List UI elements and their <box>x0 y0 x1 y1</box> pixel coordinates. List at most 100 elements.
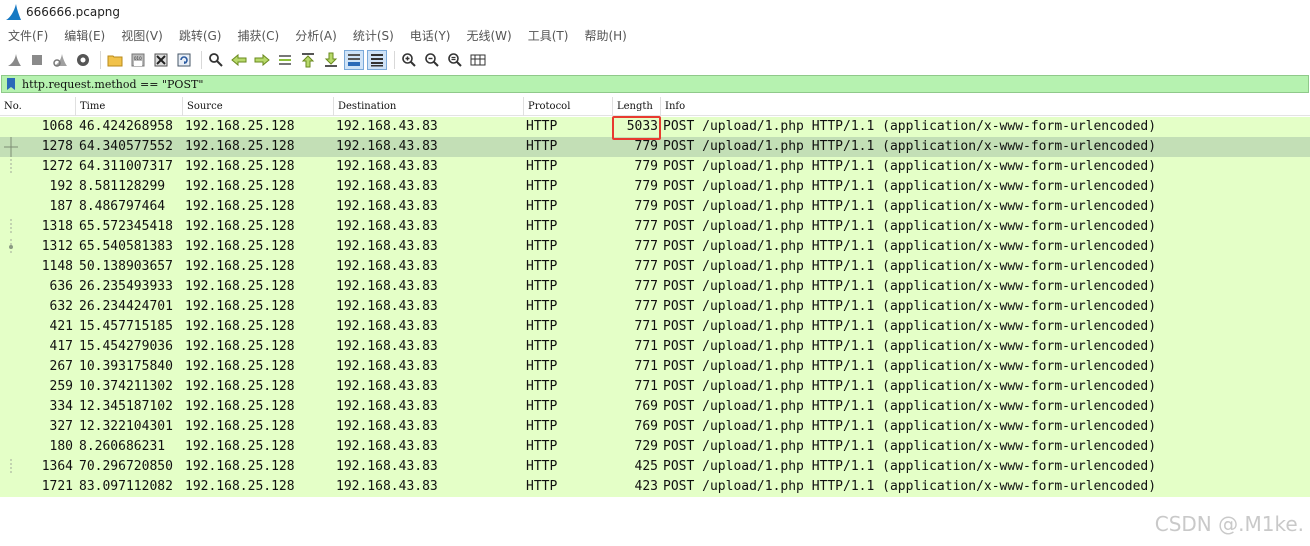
packet-time-cell: 26.234424701 <box>79 299 173 314</box>
packet-row[interactable]: 1364 70.296720850 192.168.25.128 192.168.43… <box>0 457 1310 477</box>
packet-row[interactable]: 192 8.581128299 192.168.25.128 192.168.43.8… <box>0 177 1310 197</box>
packet-source-cell: 192.168.25.128 <box>185 479 295 494</box>
packet-info-cell: POST /upload/1.php HTTP/1.1 (application… <box>663 239 1157 254</box>
packet-destination-cell: 192.168.43.83 <box>336 179 438 194</box>
column-header-info[interactable]: Info <box>660 97 1310 116</box>
packet-row[interactable]: 1278 64.340577552 192.168.25.128 192.168.43… <box>0 137 1310 157</box>
packet-source-cell: 192.168.25.128 <box>185 399 295 414</box>
column-header-protocol[interactable]: Protocol <box>523 97 612 116</box>
zoom-in-icon[interactable] <box>399 50 419 70</box>
packet-protocol-cell: HTTP <box>526 439 558 454</box>
go-back-icon[interactable] <box>229 50 249 70</box>
stop-capture-icon[interactable] <box>27 50 47 70</box>
packet-row[interactable]: 417 15.454279036 192.168.25.128 192.168.43.… <box>0 337 1310 357</box>
column-header-source[interactable]: Source <box>182 97 333 116</box>
packet-source-cell: 192.168.25.128 <box>185 199 295 214</box>
find-packet-icon[interactable] <box>206 50 226 70</box>
packet-source-cell: 192.168.25.128 <box>185 379 295 394</box>
packet-destination-cell: 192.168.43.83 <box>336 379 438 394</box>
packet-time-cell: 8.581128299 <box>79 179 166 194</box>
packet-source-cell: 192.168.25.128 <box>185 279 295 294</box>
packet-time-cell: 70.296720850 <box>79 459 173 474</box>
packet-rows: 1068 46.424268958 192.168.25.128 192.168.43… <box>0 117 1310 497</box>
restart-capture-icon[interactable] <box>50 50 70 70</box>
close-file-icon[interactable] <box>151 50 171 70</box>
open-file-icon[interactable] <box>105 50 125 70</box>
packet-no-cell: 334 <box>49 399 73 414</box>
zoom-normal-icon[interactable] <box>445 50 465 70</box>
menu-statistics[interactable]: 统计(S) <box>353 27 394 44</box>
packet-protocol-cell: HTTP <box>526 399 558 414</box>
packet-time-cell: 10.374211302 <box>79 379 173 394</box>
first-packet-icon[interactable] <box>298 50 318 70</box>
packet-time-cell: 15.454279036 <box>79 339 173 354</box>
menu-file[interactable]: 文件(F) <box>8 27 48 44</box>
menu-wireless[interactable]: 无线(W) <box>467 27 512 44</box>
column-header-length[interactable]: Length <box>612 97 660 116</box>
menu-view[interactable]: 视图(V) <box>121 27 163 44</box>
packet-no-cell: 267 <box>49 359 73 374</box>
menu-edit[interactable]: 编辑(E) <box>64 27 105 44</box>
column-header-no[interactable]: No. <box>0 97 75 116</box>
colorize-icon[interactable] <box>367 49 387 70</box>
menu-telephony[interactable]: 电话(Y) <box>410 27 451 44</box>
packet-row[interactable]: 636 26.235493933 192.168.25.128 192.168.43.… <box>0 277 1310 297</box>
packet-time-cell: 12.345187102 <box>79 399 173 414</box>
start-capture-icon[interactable] <box>4 50 24 70</box>
packet-row[interactable]: 1721 83.097112082 192.168.25.128 192.168.43… <box>0 477 1310 497</box>
reload-file-icon[interactable] <box>174 50 194 70</box>
packet-info-cell: POST /upload/1.php HTTP/1.1 (application… <box>663 339 1157 354</box>
display-filter-bar: http.request.method == "POST" <box>1 75 1309 93</box>
menu-help[interactable]: 帮助(H) <box>584 27 626 44</box>
packet-protocol-cell: HTTP <box>526 319 558 334</box>
menu-bar: 文件(F) 编辑(E) 视图(V) 跳转(G) 捕获(C) 分析(A) 统计(S… <box>0 24 1310 46</box>
packet-info-cell: POST /upload/1.php HTTP/1.1 (application… <box>663 439 1157 454</box>
menu-analyze[interactable]: 分析(A) <box>295 27 337 44</box>
zoom-out-icon[interactable] <box>422 50 442 70</box>
packet-source-cell: 192.168.25.128 <box>185 299 295 314</box>
column-header-time[interactable]: Time <box>75 97 182 116</box>
column-header-destination[interactable]: Destination <box>333 97 523 116</box>
packet-row[interactable]: 187 8.486797464 192.168.25.128 192.168.43.8… <box>0 197 1310 217</box>
save-file-icon[interactable]: 010 <box>128 50 148 70</box>
capture-options-icon[interactable] <box>73 50 93 70</box>
packet-row[interactable]: 180 8.260686231 192.168.25.128 192.168.43.8… <box>0 437 1310 457</box>
packet-row[interactable]: 327 12.322104301 192.168.25.128 192.168.43.… <box>0 417 1310 437</box>
go-forward-icon[interactable] <box>252 50 272 70</box>
display-filter-input[interactable]: http.request.method == "POST" <box>22 78 203 91</box>
packet-length-cell: 777 <box>634 239 658 254</box>
packet-protocol-cell: HTTP <box>526 379 558 394</box>
packet-row[interactable]: 334 12.345187102 192.168.25.128 192.168.43.… <box>0 397 1310 417</box>
packet-destination-cell: 192.168.43.83 <box>336 279 438 294</box>
autoscroll-icon[interactable] <box>344 49 364 70</box>
resize-columns-icon[interactable] <box>468 50 488 70</box>
packet-time-cell: 83.097112082 <box>79 479 173 494</box>
packet-length-cell: 771 <box>634 319 658 334</box>
related-packet-marker <box>2 137 20 157</box>
packet-no-cell: 1068 <box>41 119 73 134</box>
packet-time-cell: 8.486797464 <box>79 199 166 214</box>
packet-row[interactable]: 1272 64.311007317 192.168.25.128 192.168.43… <box>0 157 1310 177</box>
menu-go[interactable]: 跳转(G) <box>179 27 222 44</box>
go-to-packet-icon[interactable] <box>275 50 295 70</box>
packet-row[interactable]: 1148 50.138903657 192.168.25.128 192.168.43… <box>0 257 1310 277</box>
last-packet-icon[interactable] <box>321 50 341 70</box>
toolbar-separator <box>201 50 202 69</box>
packet-destination-cell: 192.168.43.83 <box>336 299 438 314</box>
packet-row[interactable]: 259 10.374211302 192.168.25.128 192.168.43.… <box>0 377 1310 397</box>
toolbar-separator <box>394 50 395 69</box>
packet-source-cell: 192.168.25.128 <box>185 119 295 134</box>
packet-protocol-cell: HTTP <box>526 479 558 494</box>
packet-row[interactable]: 1312 65.540581383 192.168.25.128 192.168.43… <box>0 237 1310 257</box>
packet-time-cell: 50.138903657 <box>79 259 173 274</box>
packet-row[interactable]: 1318 65.572345418 192.168.25.128 192.168.43… <box>0 217 1310 237</box>
packet-info-cell: POST /upload/1.php HTTP/1.1 (application… <box>663 279 1157 294</box>
menu-tools[interactable]: 工具(T) <box>528 27 569 44</box>
filter-bookmark-icon[interactable] <box>4 76 18 92</box>
packet-row[interactable]: 421 15.457715185 192.168.25.128 192.168.43.… <box>0 317 1310 337</box>
packet-info-cell: POST /upload/1.php HTTP/1.1 (application… <box>663 359 1157 374</box>
packet-info-cell: POST /upload/1.php HTTP/1.1 (application… <box>663 219 1157 234</box>
menu-capture[interactable]: 捕获(C) <box>237 27 279 44</box>
packet-row[interactable]: 267 10.393175840 192.168.25.128 192.168.43.… <box>0 357 1310 377</box>
packet-row[interactable]: 632 26.234424701 192.168.25.128 192.168.43.… <box>0 297 1310 317</box>
